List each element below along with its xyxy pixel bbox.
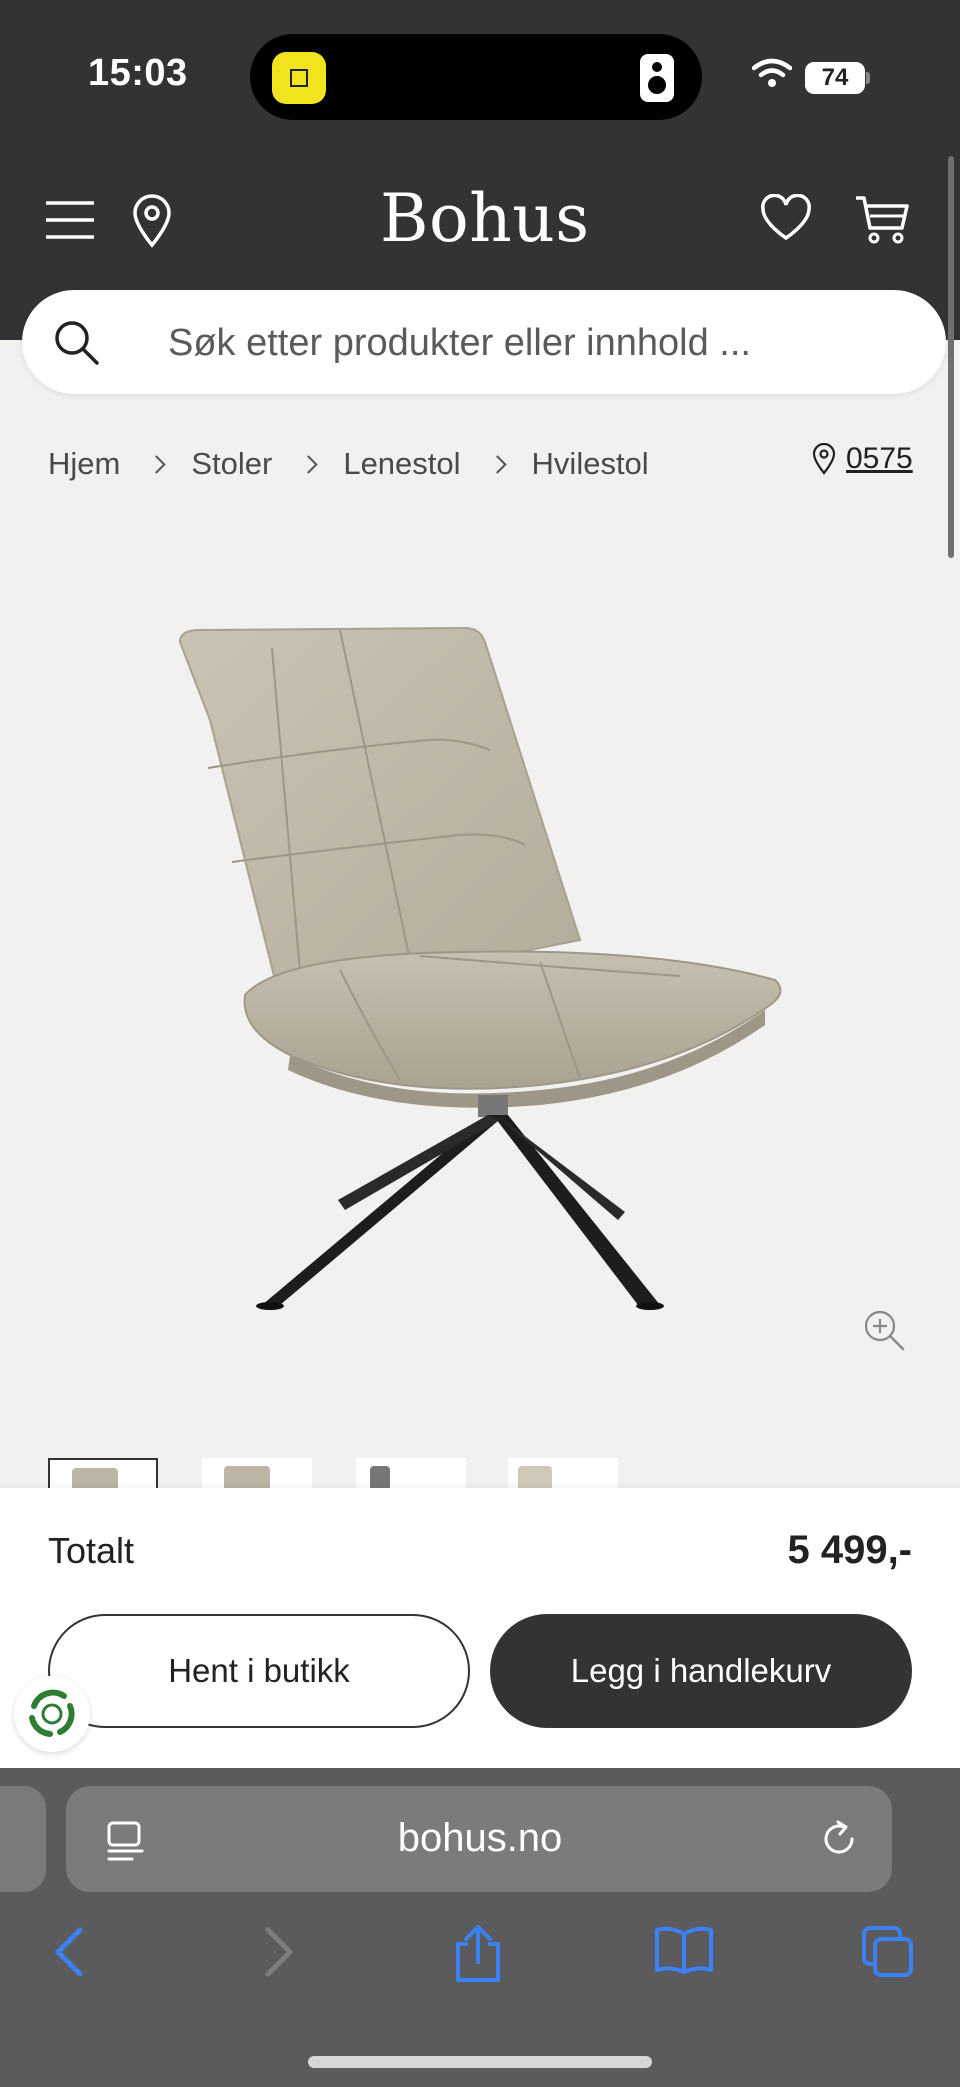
search-icon[interactable] <box>52 318 100 366</box>
chevron-right-icon <box>299 454 319 474</box>
app-activity-icon <box>272 52 326 104</box>
speaker-icon <box>640 54 674 102</box>
tabs-icon[interactable] <box>860 1924 916 1980</box>
status-time: 15:03 <box>88 52 188 94</box>
total-label: Totalt <box>48 1530 135 1571</box>
battery-cap <box>866 72 870 84</box>
battery-indicator: 74 <box>805 62 865 94</box>
search-input[interactable] <box>168 318 868 368</box>
store-location-link[interactable]: 0575 <box>812 442 913 476</box>
back-icon[interactable] <box>50 1924 90 1980</box>
thumbnail-2[interactable] <box>202 1458 312 1488</box>
breadcrumb: Hjem Stoler Lenestol Hvilestol <box>48 446 649 482</box>
share-icon[interactable] <box>452 1924 504 1984</box>
forward-icon[interactable] <box>258 1924 298 1980</box>
location-pin-icon[interactable] <box>132 194 172 248</box>
zoom-in-icon[interactable] <box>862 1308 906 1352</box>
chevron-right-icon <box>147 454 167 474</box>
thumbnail-3[interactable] <box>356 1458 466 1488</box>
chevron-right-icon <box>487 454 507 474</box>
wifi-icon <box>752 58 792 87</box>
breadcrumb-stoler[interactable]: Stoler <box>191 446 272 482</box>
reload-icon[interactable] <box>818 1818 860 1860</box>
breadcrumb-hvilestol[interactable]: Hvilestol <box>532 446 649 482</box>
bookmarks-icon[interactable] <box>654 1924 714 1976</box>
thumbnail-1[interactable] <box>48 1458 158 1488</box>
add-to-cart-button[interactable]: Legg i handlekurv <box>490 1614 912 1728</box>
store-postcode[interactable]: 0575 <box>846 442 913 476</box>
breadcrumb-home[interactable]: Hjem <box>48 446 120 482</box>
total-price: 5 499,- <box>787 1528 912 1572</box>
shopping-cart-icon[interactable] <box>854 194 910 246</box>
scrollbar[interactable] <box>948 156 954 558</box>
dynamic-island <box>250 34 702 120</box>
product-image-chair[interactable] <box>160 600 800 1320</box>
breadcrumb-lenestol[interactable]: Lenestol <box>343 446 460 482</box>
location-pin-icon <box>812 443 836 475</box>
url-text: bohus.no <box>397 1816 563 1860</box>
eco-recycle-icon[interactable] <box>14 1676 90 1752</box>
home-indicator <box>308 2056 652 2068</box>
heart-icon[interactable] <box>760 194 812 242</box>
thumbnail-4[interactable] <box>508 1458 618 1488</box>
pickup-in-store-button[interactable]: Hent i butikk <box>48 1614 470 1728</box>
brand-logo[interactable]: Bohus <box>380 180 590 257</box>
menu-icon[interactable] <box>46 200 94 240</box>
